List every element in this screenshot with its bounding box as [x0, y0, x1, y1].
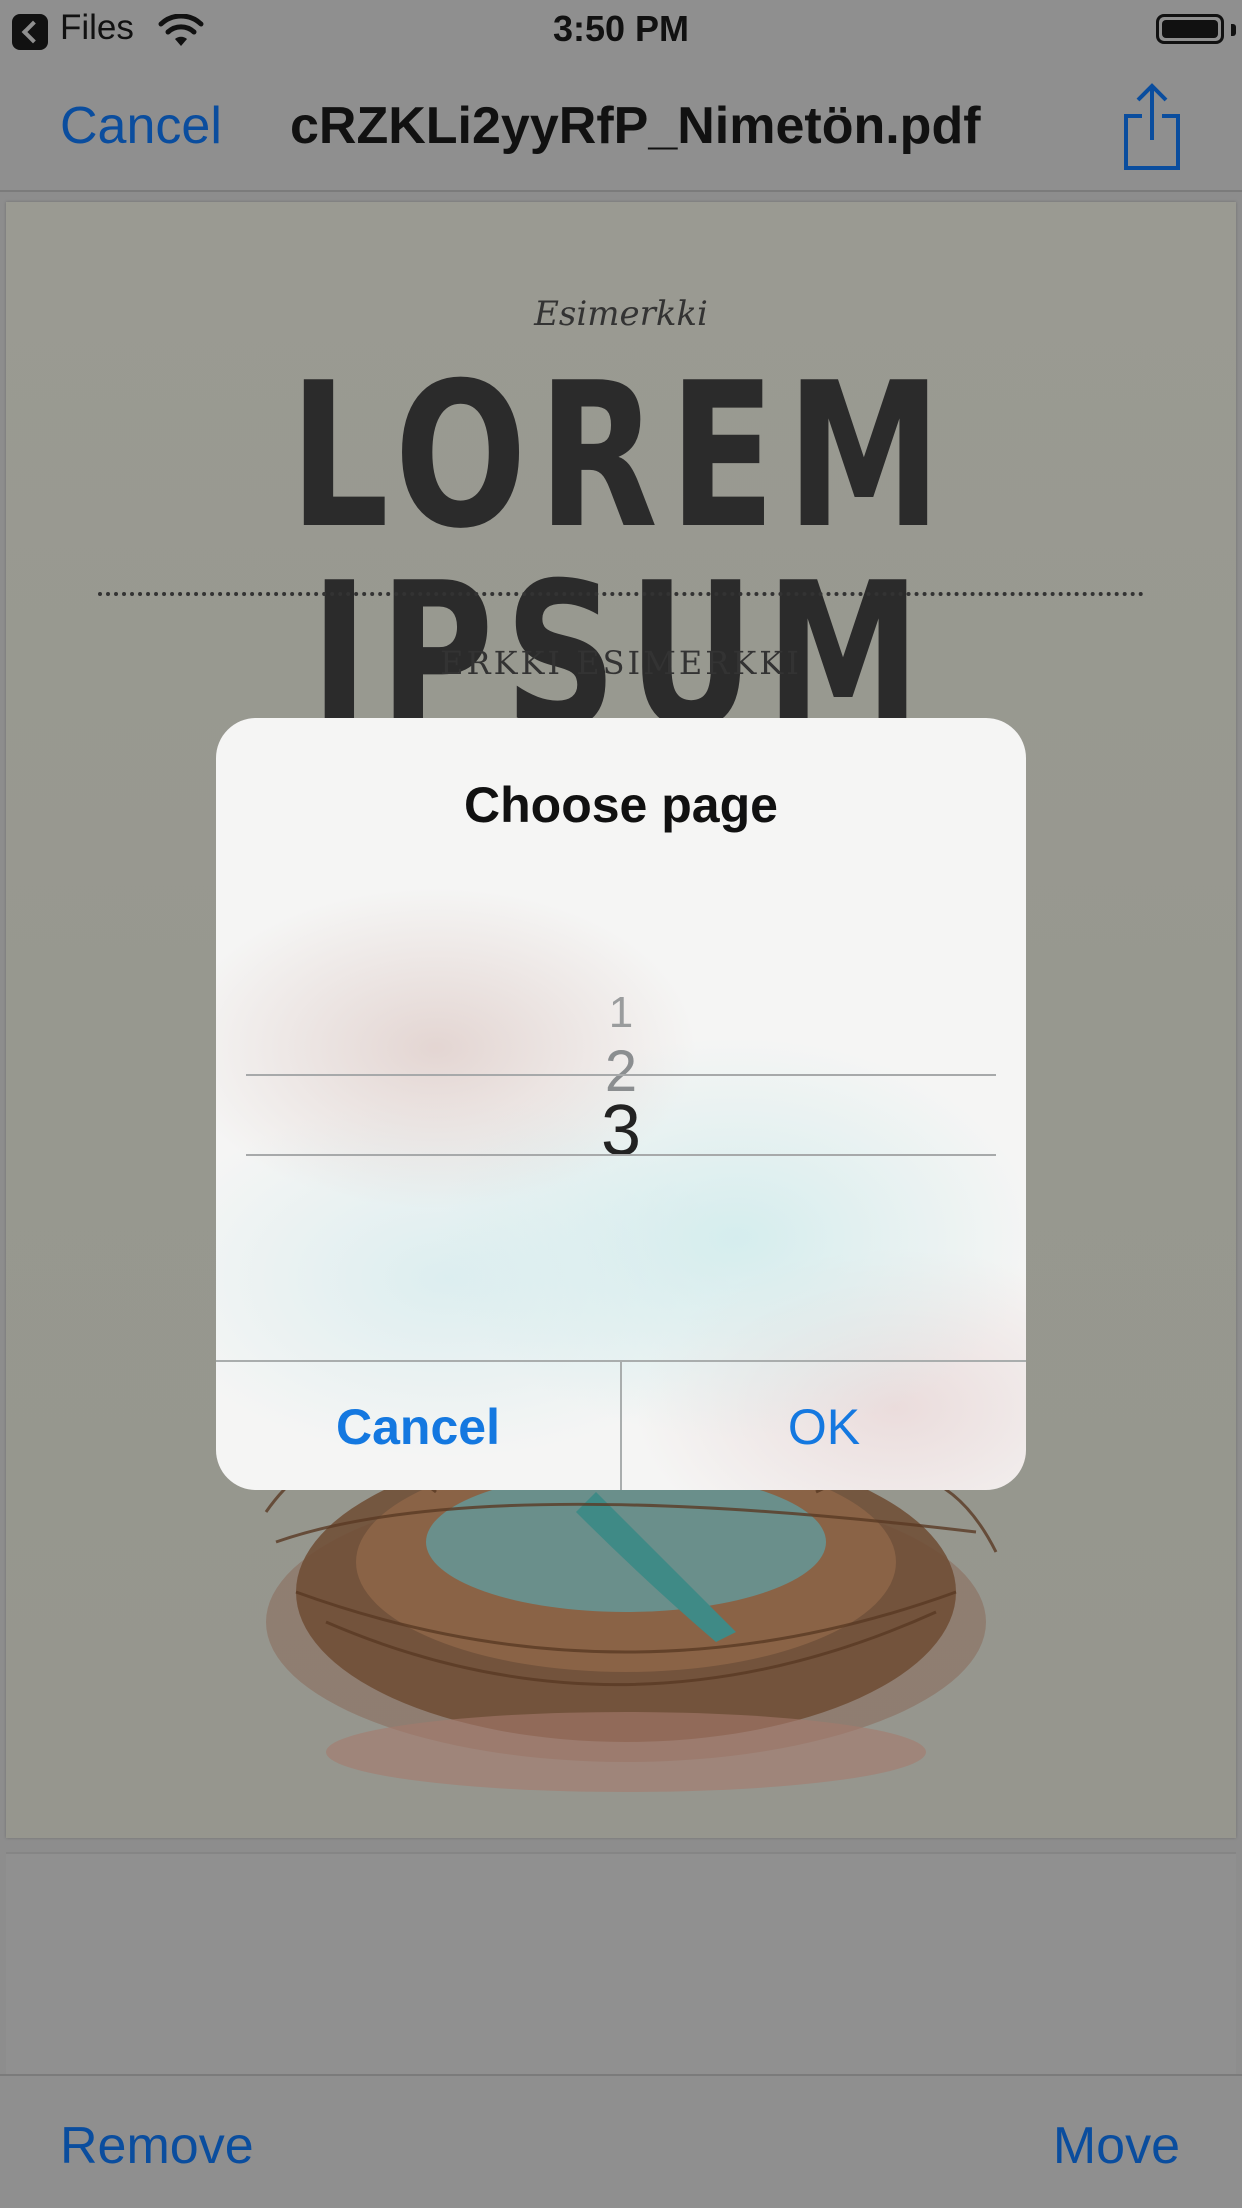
bottom-toolbar: Remove Move — [0, 2074, 1242, 2208]
nav-cancel-button[interactable]: Cancel — [60, 96, 222, 156]
picker-selection-bottom-line — [246, 1154, 996, 1156]
picker-selected-option[interactable]: 3 — [246, 1090, 996, 1172]
document-kicker: Esimerkki — [534, 294, 708, 334]
picker-selection-top-line — [246, 1074, 996, 1076]
dialog-button-row: Cancel OK — [216, 1360, 1026, 1490]
battery-icon — [1156, 14, 1224, 44]
page-picker[interactable]: 1 2 3 — [246, 868, 996, 1368]
dialog-title: Choose page — [464, 777, 778, 833]
move-button[interactable]: Move — [1053, 2116, 1180, 2176]
document-author: ERKKI ESIMERKKI — [440, 644, 802, 682]
picker-option[interactable]: 1 — [246, 988, 996, 1038]
document-title: cRZKLi2yyRfP_Nimetön.pdf — [290, 97, 981, 155]
remove-button[interactable]: Remove — [60, 2116, 254, 2176]
navigation-bar: Cancel cRZKLi2yyRfP_Nimetön.pdf — [0, 60, 1242, 192]
dialog-cancel-button[interactable]: Cancel — [216, 1362, 620, 1490]
next-pdf-page[interactable] — [6, 1852, 1236, 2074]
status-time: 3:50 PM — [552, 8, 690, 49]
dialog-ok-button[interactable]: OK — [622, 1362, 1026, 1490]
battery-tip — [1231, 24, 1236, 36]
share-icon[interactable] — [1120, 82, 1184, 172]
dotted-divider — [98, 592, 1144, 596]
document-heading: LOREM IPSUM — [289, 340, 953, 773]
choose-page-dialog: Choose page 1 2 3 Cancel OK — [216, 718, 1026, 1490]
status-bar: Files 3:50 PM — [0, 0, 1242, 60]
